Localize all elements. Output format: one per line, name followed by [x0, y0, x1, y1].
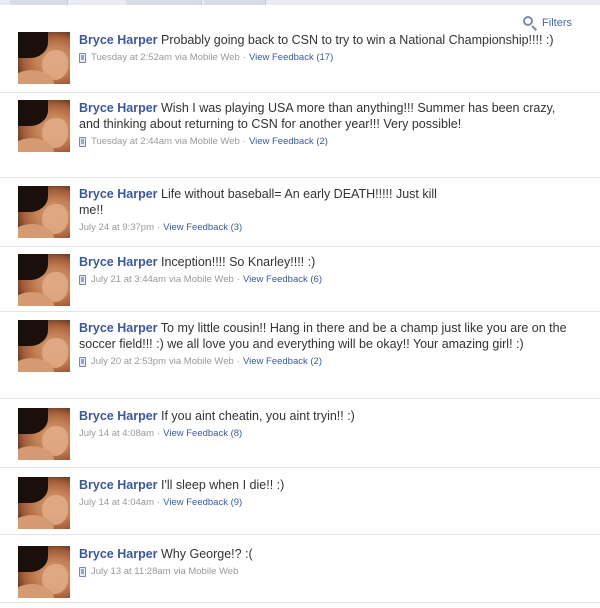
mobile-phone-icon — [79, 274, 86, 285]
mobile-phone-icon — [79, 52, 86, 63]
view-feedback-link[interactable]: View Feedback (3) — [163, 222, 242, 233]
timestamp[interactable]: July 20 at 2:53pm — [91, 356, 166, 367]
avatar[interactable] — [18, 408, 70, 460]
status-text: I'll sleep when I die!! :) — [161, 478, 285, 492]
divider — [0, 92, 600, 93]
divider — [0, 534, 600, 535]
author-name-link[interactable]: Bryce Harper — [79, 187, 158, 201]
avatar[interactable] — [18, 477, 70, 529]
status-text: Why George!? :( — [161, 547, 253, 561]
via-label: via Mobile Web — [169, 274, 234, 285]
status-text: If you aint cheatin, you aint tryin!! :) — [161, 409, 355, 423]
view-feedback-link[interactable]: View Feedback (6) — [243, 274, 322, 285]
author-name-link[interactable]: Bryce Harper — [79, 478, 158, 492]
divider — [0, 246, 600, 247]
via-label: via Mobile Web — [174, 52, 240, 63]
timestamp[interactable]: July 21 at 3:44am — [91, 274, 166, 285]
view-feedback-link[interactable]: View Feedback (2) — [243, 356, 322, 367]
status-text: Inception!!!! So Knarley!!!! :) — [161, 255, 316, 269]
timestamp[interactable]: July 14 at 4:08am — [79, 428, 154, 439]
mobile-phone-icon — [79, 566, 86, 577]
mobile-phone-icon — [79, 356, 86, 367]
divider — [0, 602, 600, 603]
avatar[interactable] — [18, 100, 70, 152]
divider — [0, 311, 600, 312]
divider — [0, 467, 600, 468]
via-label: via Mobile Web — [169, 356, 234, 367]
avatar[interactable] — [18, 32, 70, 84]
divider — [0, 398, 600, 399]
timestamp[interactable]: July 13 at 11:28am — [91, 566, 171, 577]
author-name-link[interactable]: Bryce Harper — [79, 547, 158, 561]
status-text: Probably going back to CSN to try to win… — [161, 33, 554, 47]
timestamp[interactable]: July 24 at 9:37pm — [79, 222, 154, 233]
timestamp[interactable]: July 14 at 4:04am — [79, 497, 154, 508]
view-feedback-link[interactable]: View Feedback (8) — [163, 428, 242, 439]
via-label: via Mobile Web — [174, 136, 240, 147]
divider — [0, 177, 600, 178]
author-name-link[interactable]: Bryce Harper — [79, 321, 158, 335]
avatar[interactable] — [18, 546, 70, 598]
view-feedback-link[interactable]: View Feedback (2) — [249, 136, 328, 147]
timestamp[interactable]: Tuesday at 2:44am — [91, 136, 172, 147]
avatar[interactable] — [18, 254, 70, 306]
author-name-link[interactable]: Bryce Harper — [79, 101, 158, 115]
view-feedback-link[interactable]: View Feedback (17) — [249, 52, 333, 63]
author-name-link[interactable]: Bryce Harper — [79, 409, 158, 423]
author-name-link[interactable]: Bryce Harper — [79, 33, 158, 47]
timestamp[interactable]: Tuesday at 2:52am — [91, 52, 172, 63]
via-label: via Mobile Web — [173, 566, 239, 577]
avatar[interactable] — [18, 320, 70, 372]
news-feed: Bryce Harper Probably going back to CSN … — [0, 0, 600, 608]
view-feedback-link[interactable]: View Feedback (9) — [163, 497, 242, 508]
avatar[interactable] — [18, 186, 70, 238]
mobile-phone-icon — [79, 136, 86, 147]
author-name-link[interactable]: Bryce Harper — [79, 255, 158, 269]
